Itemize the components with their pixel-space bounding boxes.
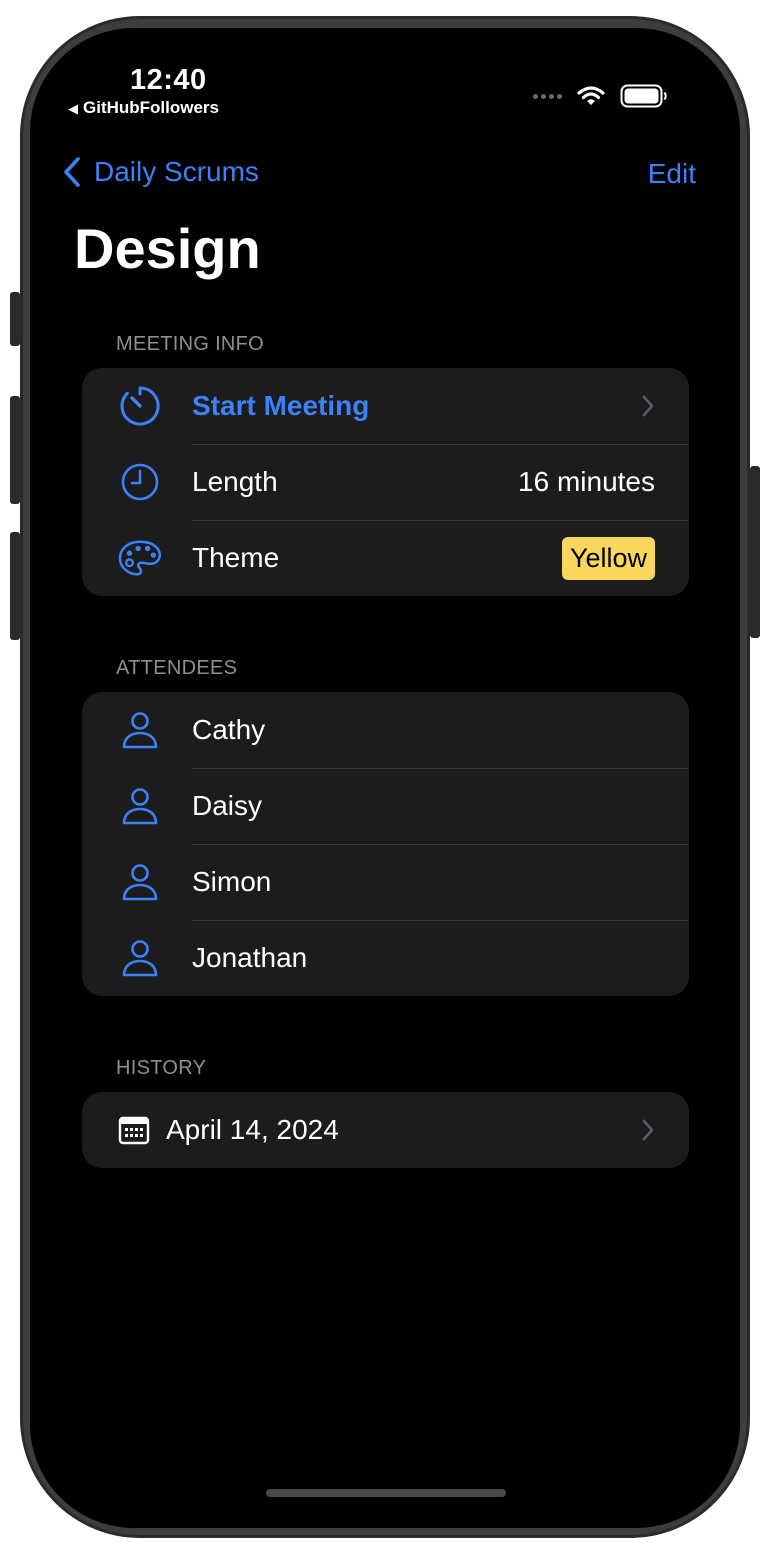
cellular-signal-icon: [533, 93, 562, 99]
attendees-header: ATTENDEES: [116, 657, 238, 679]
wifi-icon: [577, 86, 605, 105]
back-button[interactable]: Daily Scrums: [62, 156, 259, 188]
meeting-info-card: Start Meeting Length 16 minutes Theme Ye…: [82, 368, 689, 596]
history-header: HISTORY: [116, 1057, 207, 1079]
back-button-label: Daily Scrums: [94, 156, 259, 187]
start-meeting-row[interactable]: Start Meeting: [82, 368, 689, 444]
power-button: [750, 466, 760, 638]
home-indicator[interactable]: [266, 1489, 506, 1497]
status-indicators: [533, 84, 668, 108]
chevron-right-icon: [642, 1119, 654, 1141]
attendee-name: Cathy: [192, 714, 266, 745]
person-icon: [118, 708, 162, 752]
history-card: April 14, 2024: [82, 1092, 689, 1168]
person-icon: [118, 860, 162, 904]
start-meeting-label: Start Meeting: [192, 390, 370, 421]
status-back-app-link[interactable]: ◀ GitHubFollowers: [68, 98, 219, 118]
timer-icon: [118, 384, 162, 428]
back-triangle-icon: ◀: [68, 101, 78, 116]
palette-icon: [118, 536, 162, 580]
theme-badge: Yellow: [561, 536, 655, 580]
attendee-name: Jonathan: [192, 942, 308, 973]
meeting-info-header: MEETING INFO: [116, 333, 265, 355]
volume-up-button: [10, 396, 20, 504]
chevron-right-icon: [642, 395, 654, 417]
calendar-icon: [114, 1108, 154, 1152]
chevron-left-icon: [64, 157, 80, 187]
attendee-row: Cathy: [82, 692, 689, 768]
person-icon: [118, 784, 162, 828]
battery-icon: [620, 84, 667, 108]
mute-switch: [10, 292, 20, 346]
screen: 12:40 ◀ GitHubFollowers Daily Scrums Edit…: [30, 28, 740, 1528]
length-value: 16 minutes: [518, 466, 655, 497]
length-row: Length 16 minutes: [82, 444, 689, 520]
clock-icon: [118, 460, 162, 504]
status-time: 12:40: [130, 64, 207, 96]
attendee-row: Jonathan: [82, 920, 689, 996]
attendee-name: Daisy: [192, 790, 263, 821]
person-icon: [118, 936, 162, 980]
volume-down-button: [10, 532, 20, 640]
attendee-row: Daisy: [82, 768, 689, 844]
history-item[interactable]: April 14, 2024: [82, 1092, 689, 1168]
back-app-label: GitHubFollowers: [83, 98, 219, 117]
history-date: April 14, 2024: [166, 1114, 339, 1145]
theme-label: Theme: [192, 542, 280, 573]
page-title: Design: [74, 217, 261, 280]
attendee-name: Simon: [192, 866, 272, 897]
length-label: Length: [192, 466, 278, 497]
theme-row: Theme Yellow: [82, 520, 689, 596]
edit-button[interactable]: Edit: [648, 158, 696, 190]
attendees-card: Cathy Daisy Simon Jonathan: [82, 692, 689, 996]
attendee-row: Simon: [82, 844, 689, 920]
